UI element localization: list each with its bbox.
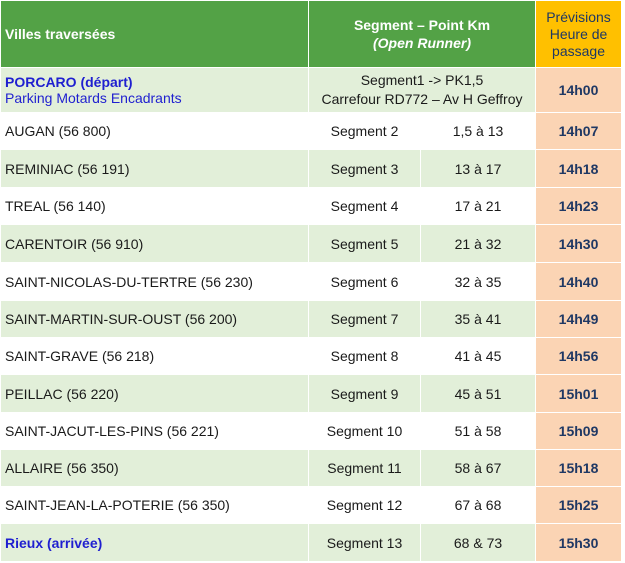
segment-cell: Segment 2 <box>308 112 421 150</box>
city-cell: TREAL (56 140) <box>0 187 309 225</box>
header-segment-title: Segment – Point Km <box>353 17 491 33</box>
start-city-name: PORCARO (départ) <box>5 74 133 90</box>
segment-cell: Segment 5 <box>308 224 421 263</box>
time-cell: 15h30 <box>535 523 623 562</box>
table-row: Rieux (arrivée) Segment 13 68 & 73 15h30 <box>0 523 623 562</box>
segment-cell: Segment 3 <box>308 149 421 188</box>
city-cell: AUGAN (56 800) <box>0 112 309 150</box>
segment-cell: Segment 4 <box>308 187 421 225</box>
segment-cell: Segment 12 <box>308 486 421 524</box>
table-row: SAINT-NICOLAS-DU-TERTRE (56 230) Segment … <box>0 262 623 301</box>
km-cell: 58 à 67 <box>419 449 537 487</box>
time-cell: 14h07 <box>535 112 623 150</box>
km-cell: 13 à 17 <box>419 149 537 188</box>
time-cell: 14h49 <box>535 300 623 338</box>
header-time-line3: passage <box>552 42 605 59</box>
segment-cell: Segment 11 <box>308 449 421 487</box>
segment-cell: Segment 13 <box>308 523 421 562</box>
time-cell: 14h18 <box>535 149 623 188</box>
km-cell: 68 & 73 <box>419 523 537 562</box>
table-row: SAINT-JACUT-LES-PINS (56 221) Segment 10 5… <box>0 412 623 450</box>
time-cell: 14h56 <box>535 337 623 375</box>
segment-cell: Segment 6 <box>308 262 421 301</box>
km-cell: 32 à 35 <box>419 262 537 301</box>
km-cell: 51 à 58 <box>419 412 537 450</box>
start-segment-cell: Segment1 -> PK1,5 Carrefour RD772 – Av H… <box>307 67 537 113</box>
city-cell: SAINT-JEAN-LA-POTERIE (56 350) <box>0 486 309 524</box>
start-city-location: Parking Motards Encadrants <box>5 90 182 106</box>
table-row: PEILLAC (56 220) Segment 9 45 à 51 15h01 <box>0 374 623 413</box>
table-row: REMINIAC (56 191) Segment 3 13 à 17 14h18 <box>0 149 623 188</box>
segment-cell: Segment 8 <box>308 337 421 375</box>
time-cell: 15h18 <box>535 449 623 487</box>
header-time-line2: Heure de <box>549 25 608 42</box>
table-row: SAINT-JEAN-LA-POTERIE (56 350) Segment 12… <box>0 486 623 524</box>
segment-cell: Segment 7 <box>308 300 421 338</box>
km-cell: 21 à 32 <box>419 224 537 263</box>
start-segment-line2: Carrefour RD772 – Av H Geffroy <box>321 91 523 107</box>
city-cell: SAINT-NICOLAS-DU-TERTRE (56 230) <box>0 262 309 301</box>
time-cell: 15h09 <box>535 412 623 450</box>
time-cell: 14h23 <box>535 187 623 225</box>
km-cell: 41 à 45 <box>419 337 537 375</box>
start-city-cell: PORCARO (départ) Parking Motards Encadra… <box>0 67 309 113</box>
header-time: Prévisions Heure de passage <box>535 0 623 68</box>
segment-cell: Segment 10 <box>308 412 421 450</box>
table-row: AUGAN (56 800) Segment 2 1,5 à 13 14h07 <box>0 112 623 150</box>
table-row: SAINT-MARTIN-SUR-OUST (56 200) Segment 73… <box>0 300 623 338</box>
city-cell: ALLAIRE (56 350) <box>0 449 309 487</box>
start-segment-line1: Segment1 -> PK1,5 <box>360 72 484 88</box>
time-cell: 14h40 <box>535 262 623 301</box>
city-cell: SAINT-GRAVE (56 218) <box>0 337 309 375</box>
header-segment-subtitle: (Open Runner) <box>373 35 471 51</box>
schedule-table: Villes traversées Segment – Point Km (Op… <box>0 0 623 562</box>
km-cell: 35 à 41 <box>419 300 537 338</box>
table-row-start: PORCARO (départ) Parking Motards Encadra… <box>0 67 623 113</box>
city-cell: CARENTOIR (56 910) <box>0 224 309 263</box>
table-row: TREAL (56 140) Segment 4 17 à 21 14h23 <box>0 187 623 225</box>
table-row: CARENTOIR (56 910) Segment 5 21 à 32 14h30 <box>0 224 623 263</box>
city-cell: SAINT-MARTIN-SUR-OUST (56 200) <box>0 300 309 338</box>
km-cell: 1,5 à 13 <box>419 112 537 150</box>
table-row: SAINT-GRAVE (56 218) Segment 8 41 à 45 14h5… <box>0 337 623 375</box>
city-cell: REMINIAC (56 191) <box>0 149 309 188</box>
header-segment: Segment – Point Km (Open Runner) <box>307 0 537 68</box>
header-time-line1: Prévisions <box>546 8 611 25</box>
city-cell: SAINT-JACUT-LES-PINS (56 221) <box>0 412 309 450</box>
header-row: Villes traversées Segment – Point Km (Op… <box>0 0 623 68</box>
city-cell: PEILLAC (56 220) <box>0 374 309 413</box>
start-time: 14h00 <box>535 67 623 113</box>
table-row: ALLAIRE (56 350) Segment 11 58 à 67 15h18 <box>0 449 623 487</box>
km-cell: 45 à 51 <box>419 374 537 413</box>
segment-cell: Segment 9 <box>308 374 421 413</box>
time-cell: 15h01 <box>535 374 623 413</box>
km-cell: 67 à 68 <box>419 486 537 524</box>
time-cell: 14h30 <box>535 224 623 263</box>
header-city: Villes traversées <box>0 0 309 68</box>
city-cell: Rieux (arrivée) <box>0 523 309 562</box>
time-cell: 15h25 <box>535 486 623 524</box>
km-cell: 17 à 21 <box>419 187 537 225</box>
